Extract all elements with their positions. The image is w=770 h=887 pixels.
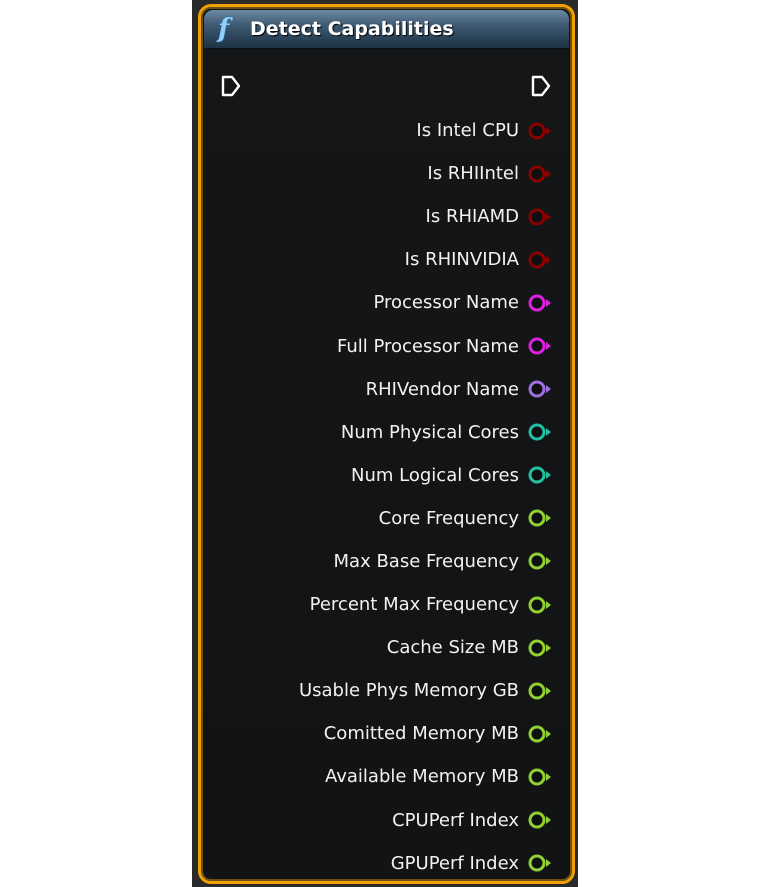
output-pin-float-icon[interactable] (527, 810, 555, 830)
output-pin-row[interactable]: CPUPerf Index (215, 799, 555, 842)
pin-label: Max Base Frequency (333, 550, 519, 572)
function-icon: f (218, 14, 230, 44)
pin-label: RHIVendor Name (365, 378, 519, 400)
output-pin-row[interactable]: Usable Phys Memory GB (215, 669, 555, 712)
pin-label: Comitted Memory MB (323, 723, 519, 745)
output-pin-row[interactable]: Num Physical Cores (215, 411, 555, 454)
pin-label: Core Frequency (378, 507, 519, 529)
output-pin-float-icon[interactable] (527, 595, 555, 615)
output-pin-row[interactable]: Is RHIIntel (215, 152, 555, 195)
output-pin-row[interactable]: Num Logical Cores (215, 454, 555, 497)
output-pin-row[interactable]: Max Base Frequency (215, 540, 555, 583)
output-pin-row[interactable]: GPUPerf Index (215, 842, 555, 878)
pin-label: Is RHIAMD (425, 206, 519, 228)
output-pins: Is Intel CPU Is RHIIntel Is RHIAMD Is RHINV… (215, 109, 555, 878)
output-pin-row[interactable]: Comitted Memory MB (215, 712, 555, 755)
pin-label: Is Intel CPU (416, 120, 519, 142)
pin-label: GPUPerf Index (390, 852, 519, 874)
pin-label: Is RHINVIDIA (404, 249, 519, 271)
node-title: Detect Capabilities (250, 18, 454, 40)
output-pin-float-icon[interactable] (527, 853, 555, 873)
output-pin-int-icon[interactable] (527, 422, 555, 442)
pin-label: Available Memory MB (324, 766, 519, 788)
output-pin-row[interactable]: Is RHINVIDIA (215, 238, 555, 281)
node-body: f Detect Capabilities Is Intel CPU Is RHI… (204, 10, 569, 878)
output-pin-row[interactable]: Is Intel CPU (215, 109, 555, 152)
pin-label: Usable Phys Memory GB (298, 680, 519, 702)
exec-output-pin-icon[interactable] (530, 74, 552, 98)
output-pin-bool-icon[interactable] (527, 207, 555, 227)
pin-label: Cache Size MB (386, 637, 519, 659)
output-pin-float-icon[interactable] (527, 551, 555, 571)
output-pin-name-icon[interactable] (527, 379, 555, 399)
output-pin-float-icon[interactable] (527, 508, 555, 528)
output-pin-float-icon[interactable] (527, 724, 555, 744)
exec-input-pin-icon[interactable] (220, 74, 242, 98)
output-pin-row[interactable]: Processor Name (215, 281, 555, 324)
output-pin-float-icon[interactable] (527, 767, 555, 787)
node-header[interactable]: f Detect Capabilities (204, 10, 569, 49)
output-pin-row[interactable]: Full Processor Name (215, 324, 555, 367)
output-pin-bool-icon[interactable] (527, 121, 555, 141)
pin-label: Is RHIIntel (427, 163, 519, 185)
output-pin-row[interactable]: Core Frequency (215, 497, 555, 540)
pin-label: CPUPerf Index (392, 809, 519, 831)
output-pin-float-icon[interactable] (527, 638, 555, 658)
output-pin-int-icon[interactable] (527, 465, 555, 485)
output-pin-row[interactable]: Available Memory MB (215, 755, 555, 798)
output-pin-row[interactable]: RHIVendor Name (215, 368, 555, 411)
pin-label: Percent Max Frequency (309, 594, 519, 616)
pin-label: Processor Name (373, 292, 519, 314)
pin-label: Full Processor Name (336, 335, 519, 357)
output-pin-string-icon[interactable] (527, 336, 555, 356)
output-pin-bool-icon[interactable] (527, 164, 555, 184)
blueprint-function-node[interactable]: f Detect Capabilities Is Intel CPU Is RHI… (198, 4, 575, 884)
pin-label: Num Logical Cores (351, 464, 519, 486)
pin-label: Num Physical Cores (340, 421, 519, 443)
output-pin-float-icon[interactable] (527, 681, 555, 701)
output-pin-row[interactable]: Is RHIAMD (215, 195, 555, 238)
output-pin-bool-icon[interactable] (527, 250, 555, 270)
output-pin-row[interactable]: Cache Size MB (215, 626, 555, 669)
output-pin-string-icon[interactable] (527, 293, 555, 313)
output-pin-row[interactable]: Percent Max Frequency (215, 583, 555, 626)
